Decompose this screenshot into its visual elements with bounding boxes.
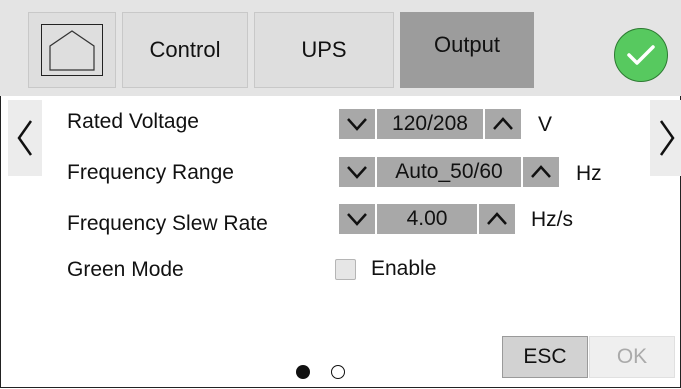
- previous-page-button[interactable]: [8, 100, 42, 176]
- page-indicator[interactable]: [331, 365, 345, 379]
- chevron-up-icon: [531, 165, 551, 178]
- chevron-down-icon: [347, 118, 367, 131]
- chevron-down-icon: [347, 213, 367, 226]
- frequency-slew-rate-stepper: 4.00: [339, 204, 515, 234]
- green-mode-label: Green Mode: [67, 258, 184, 281]
- ok-button[interactable]: OK: [589, 336, 675, 378]
- rated-voltage-decrease-button[interactable]: [339, 109, 375, 139]
- frequency-slew-rate-unit: Hz/s: [531, 208, 573, 231]
- confirm-button[interactable]: [614, 28, 668, 82]
- rated-voltage-stepper: 120/208: [339, 109, 521, 139]
- frequency-slew-rate-label: Frequency Slew Rate: [67, 212, 268, 235]
- frequency-range-stepper: Auto_50/60: [339, 157, 559, 187]
- next-page-button[interactable]: [650, 100, 681, 176]
- frequency-slew-rate-decrease-button[interactable]: [339, 204, 375, 234]
- rated-voltage-unit: V: [538, 113, 553, 136]
- rated-voltage-label: Rated Voltage: [67, 110, 199, 133]
- frequency-slew-rate-value[interactable]: 4.00: [375, 204, 479, 234]
- chevron-down-icon: [347, 166, 367, 179]
- tab-control-label: Control: [149, 37, 221, 62]
- frequency-range-value[interactable]: Auto_50/60: [375, 157, 523, 187]
- tab-ups[interactable]: UPS: [254, 12, 394, 88]
- frequency-range-increase-button[interactable]: [523, 157, 559, 187]
- house-icon: [41, 24, 103, 76]
- chevron-left-icon: [17, 120, 33, 156]
- frequency-range-label: Frequency Range: [67, 161, 234, 184]
- green-mode-enable-checkbox[interactable]: [335, 259, 356, 280]
- esc-button[interactable]: ESC: [502, 336, 588, 378]
- rated-voltage-increase-button[interactable]: [485, 109, 521, 139]
- rated-voltage-value[interactable]: 120/208: [375, 109, 485, 139]
- tab-bar: Control UPS Output: [0, 0, 681, 96]
- frequency-slew-rate-increase-button[interactable]: [479, 204, 515, 234]
- checkmark-icon: [627, 45, 655, 65]
- tab-home[interactable]: [28, 12, 116, 88]
- tab-output-label: Output: [433, 32, 501, 57]
- frequency-range-unit: Hz: [576, 162, 602, 185]
- page-indicator-current: [296, 365, 310, 379]
- tab-output[interactable]: Output: [400, 12, 534, 88]
- frequency-range-decrease-button[interactable]: [339, 157, 375, 187]
- tab-control[interactable]: Control: [122, 12, 248, 88]
- chevron-right-icon: [659, 120, 675, 156]
- chevron-up-icon: [487, 212, 507, 225]
- tab-ups-label: UPS: [301, 37, 347, 62]
- green-mode-enable-label[interactable]: Enable: [371, 257, 436, 281]
- chevron-up-icon: [493, 117, 513, 130]
